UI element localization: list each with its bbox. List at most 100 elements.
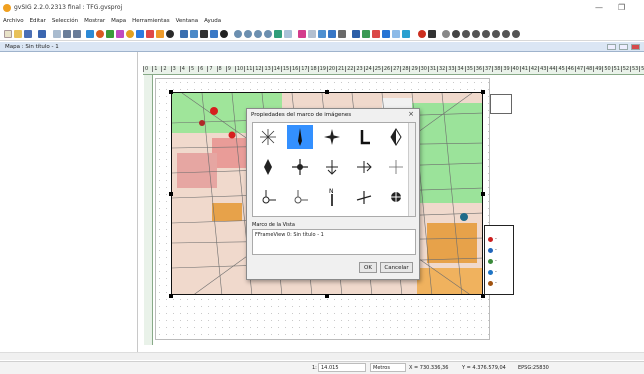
north-n-arrow-icon[interactable]: N <box>319 185 345 209</box>
view-icon[interactable] <box>352 30 360 38</box>
north-right-arrow-icon[interactable] <box>351 155 377 179</box>
layer-icon[interactable] <box>362 30 370 38</box>
edit-icon[interactable] <box>298 30 306 38</box>
menu-editar[interactable]: Editar <box>30 18 46 26</box>
pointer-icon[interactable] <box>86 30 94 38</box>
remove-icon[interactable] <box>372 30 380 38</box>
circle-icon[interactable] <box>126 30 134 38</box>
properties-icon[interactable] <box>38 30 46 38</box>
line-icon[interactable] <box>116 30 124 38</box>
grid-icon[interactable] <box>53 30 61 38</box>
info-icon[interactable] <box>418 30 426 38</box>
table-icon[interactable] <box>180 30 188 38</box>
north-ball-icon[interactable] <box>383 185 409 209</box>
ok-button[interactable]: OK <box>359 262 377 273</box>
zoom-layer-icon[interactable] <box>482 30 490 38</box>
zoom-select-icon[interactable] <box>274 30 282 38</box>
scale-field[interactable]: 14.015 <box>318 363 366 372</box>
north-star-icon[interactable] <box>319 125 345 149</box>
zoom-full-icon[interactable] <box>264 30 272 38</box>
north-arrow-frame[interactable] <box>490 94 512 114</box>
north-diamond-icon[interactable] <box>383 125 409 149</box>
zoom-next-icon[interactable] <box>472 30 480 38</box>
zoom-in-icon[interactable] <box>244 30 252 38</box>
north-compass-pointer-icon[interactable] <box>351 185 377 209</box>
document-tab[interactable]: Mapa : Sin título - 1 <box>0 42 644 52</box>
zoom-prev-icon[interactable] <box>462 30 470 38</box>
polygon-icon[interactable] <box>136 30 144 38</box>
menu-archivo[interactable]: Archivo <box>3 18 24 26</box>
scale-icon[interactable] <box>200 30 208 38</box>
north-pin-icon[interactable] <box>255 185 281 209</box>
print-icon[interactable] <box>338 30 346 38</box>
link-icon[interactable] <box>210 30 218 38</box>
selection-handle-s[interactable] <box>325 294 329 298</box>
north-icon[interactable] <box>166 30 174 38</box>
north-needle-icon[interactable] <box>287 185 313 209</box>
tools-icon[interactable] <box>428 30 436 38</box>
new-icon[interactable] <box>4 30 12 38</box>
crosshair-icon[interactable] <box>402 30 410 38</box>
insert-view-icon[interactable] <box>96 30 104 38</box>
select-icon[interactable] <box>318 30 326 38</box>
open-icon[interactable] <box>14 30 22 38</box>
ruler-tick: 17 <box>299 66 308 72</box>
menu-herramientas[interactable]: Herramientas <box>132 18 169 26</box>
close-icon[interactable] <box>631 44 640 50</box>
menu-mostrar[interactable]: Mostrar <box>84 18 105 26</box>
text-icon[interactable] <box>156 30 164 38</box>
north-l-icon[interactable] <box>351 125 377 149</box>
menu-ventana[interactable]: Ventana <box>176 18 199 26</box>
legend-label: - <box>495 258 497 264</box>
legend-frame[interactable]: - - - - - <box>484 225 514 295</box>
window-icon[interactable] <box>328 30 336 38</box>
north-arrow-down-icon[interactable] <box>319 155 345 179</box>
export-icon[interactable] <box>382 30 390 38</box>
minimize-button[interactable]: — <box>595 3 603 12</box>
restore-icon[interactable] <box>607 44 616 50</box>
north-arrow-icon-selected[interactable] <box>287 125 313 149</box>
compass-rose-icon[interactable] <box>255 125 281 149</box>
ruler-tick: 16 <box>290 66 299 72</box>
selection-handle-n[interactable] <box>325 90 329 94</box>
selection-handle-ne[interactable] <box>481 90 485 94</box>
selection-handle-w[interactable] <box>169 192 173 196</box>
selection-handle-e[interactable] <box>481 192 485 196</box>
pan-icon[interactable] <box>284 30 292 38</box>
legend-icon[interactable] <box>190 30 198 38</box>
horizontal-scrollbar[interactable] <box>0 352 644 360</box>
view-frame-list[interactable]: FFrameView 0: Sin título - 1 <box>252 229 416 255</box>
selection-handle-nw[interactable] <box>169 90 173 94</box>
menu-ayuda[interactable]: Ayuda <box>204 18 221 26</box>
distribute-icon[interactable] <box>73 30 81 38</box>
layout-icon[interactable] <box>308 30 316 38</box>
selection-handle-sw[interactable] <box>169 294 173 298</box>
north-kite-icon[interactable] <box>255 155 281 179</box>
save-icon[interactable] <box>24 30 32 38</box>
grid2-icon[interactable] <box>392 30 400 38</box>
dialog-close-button[interactable]: × <box>408 110 414 118</box>
zoom-icon[interactable] <box>234 30 242 38</box>
maximize-icon[interactable] <box>619 44 628 50</box>
zoom-real-icon[interactable] <box>502 30 510 38</box>
symbol-grid-scrollbar[interactable] <box>408 123 415 216</box>
insert-image-icon[interactable] <box>106 30 114 38</box>
zoom-out-icon[interactable] <box>254 30 262 38</box>
zoom-page-icon[interactable] <box>492 30 500 38</box>
menu-mapa[interactable]: Mapa <box>111 18 126 26</box>
zoom-width-icon[interactable] <box>512 30 520 38</box>
menu-seleccion[interactable]: Selección <box>52 18 78 26</box>
units-select[interactable]: Metros <box>370 363 406 372</box>
view-frame-list-item[interactable]: FFrameView 0: Sin título - 1 <box>255 232 324 238</box>
legend-row: - <box>488 236 512 242</box>
north-cross-icon[interactable] <box>287 155 313 179</box>
align-icon[interactable] <box>63 30 71 38</box>
eye-icon[interactable] <box>220 30 228 38</box>
maximize-button[interactable]: ❐ <box>618 3 625 12</box>
north-symbol-grid[interactable]: N <box>252 122 416 217</box>
rectangle-icon[interactable] <box>146 30 154 38</box>
measure-icon[interactable] <box>442 30 450 38</box>
cancel-button[interactable]: Cancelar <box>380 262 413 273</box>
locate-icon[interactable] <box>452 30 460 38</box>
north-outline-icon[interactable] <box>383 155 409 179</box>
